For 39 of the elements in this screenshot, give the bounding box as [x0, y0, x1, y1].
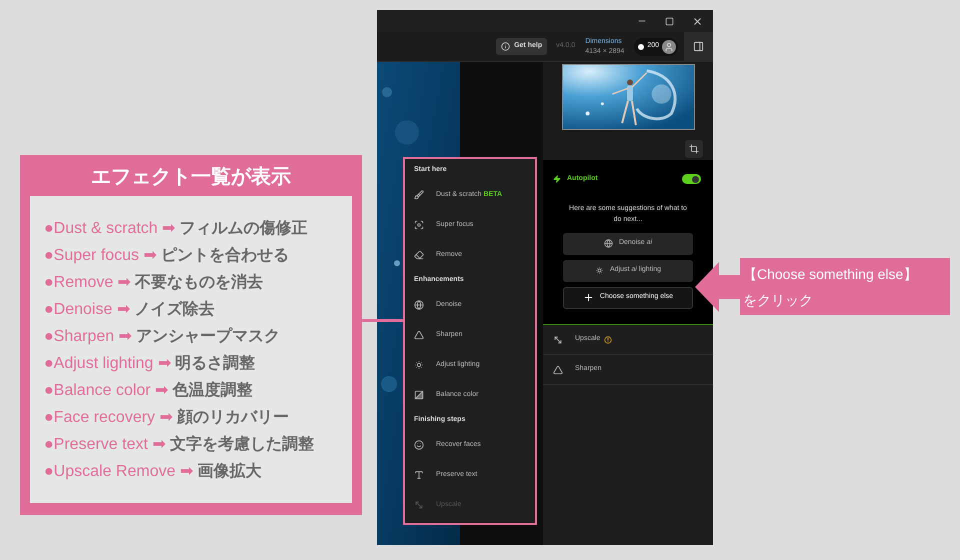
legend-line: ●Adjust lighting ➡ 明るさ調整	[44, 353, 256, 374]
globe-icon	[604, 239, 613, 248]
panel-icon	[693, 41, 704, 52]
smile-icon	[414, 440, 424, 450]
plus-icon	[582, 292, 594, 303]
legend-line: ●Balance color ➡ 色温度調整	[44, 380, 254, 401]
legend-line: ●Super focus ➡ ピントを合わせる	[44, 246, 290, 266]
maximize-icon[interactable]	[665, 16, 674, 26]
triangle-icon	[414, 330, 424, 340]
square-icon	[414, 390, 424, 400]
globe-icon	[414, 300, 424, 310]
sun-icon	[595, 266, 604, 275]
legend-line: ●Sharpen ➡ アンシャープマスク	[44, 326, 282, 347]
close-icon[interactable]	[692, 16, 703, 26]
diagonal-arrow-icon	[553, 334, 563, 344]
legend-line: ●Preserve text ➡ 文字を考慮した調整	[44, 434, 315, 455]
eraser-icon	[414, 250, 424, 260]
legend-line: ●Face recovery ➡ 顔のリカバリー	[44, 407, 290, 428]
callout-text: 【Choose something else】	[743, 264, 918, 284]
text-icon	[414, 470, 424, 480]
legend-line: ●Remove ➡ 不要なものを消去	[44, 272, 264, 293]
callout-text: をクリック	[743, 290, 814, 310]
legend-line: ●Dust & scratch ➡ フィルムの傷修正	[44, 218, 309, 239]
legend-line: ●Denoise ➡ ノイズ除去	[44, 300, 216, 320]
sun-icon	[414, 360, 424, 370]
avatar-icon[interactable]	[662, 40, 676, 54]
autopilot-toggle[interactable]	[682, 174, 701, 184]
triangle-icon	[553, 364, 563, 374]
panel-toggle[interactable]	[684, 32, 713, 61]
lightning-icon	[553, 175, 561, 184]
crop-icon	[689, 144, 699, 154]
coin-icon	[638, 44, 644, 50]
focus-icon	[414, 220, 424, 230]
legend-line: ●Upscale Remove ➡ 画像拡大	[44, 462, 262, 482]
diagonal-arrow-icon	[414, 500, 424, 510]
brush-icon	[414, 190, 424, 200]
info-icon	[501, 42, 510, 51]
annotation-title: エフェクト一覧が表示	[91, 165, 291, 190]
crop-button[interactable]	[685, 140, 703, 158]
